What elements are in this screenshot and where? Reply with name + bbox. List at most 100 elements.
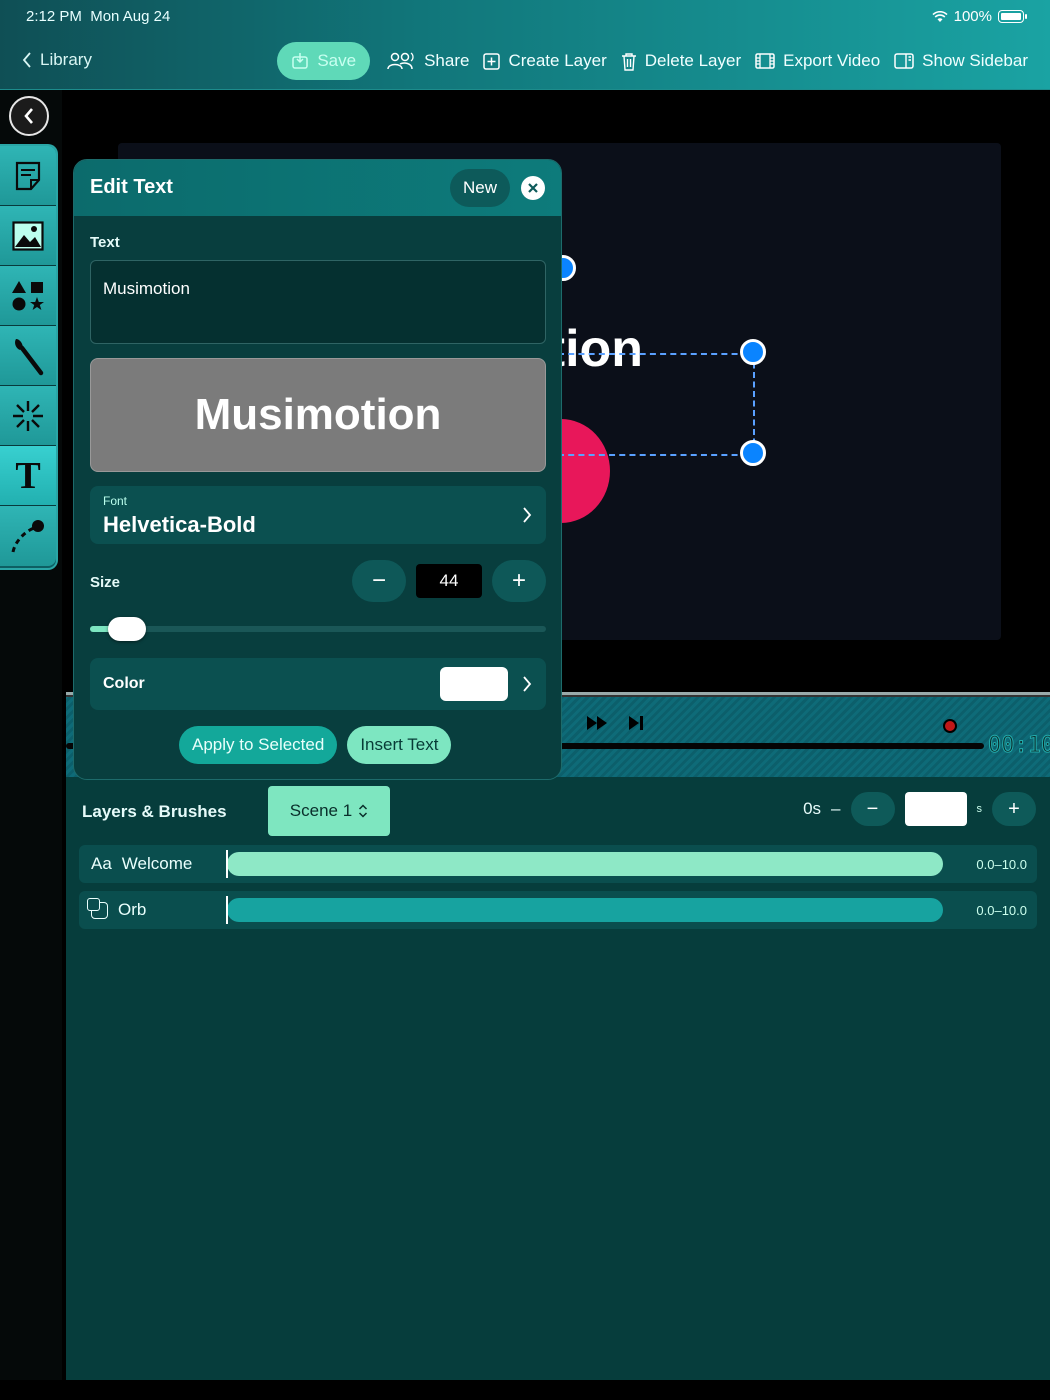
tool-palette: T (0, 144, 58, 570)
film-icon (755, 53, 775, 69)
shapes-icon (12, 280, 44, 310)
selection-border-top (558, 353, 758, 355)
font-selector[interactable]: Font Helvetica-Bold (90, 486, 546, 544)
tool-path[interactable] (0, 506, 56, 566)
plus-icon: + (511, 567, 526, 594)
share-button[interactable]: Share (386, 51, 469, 71)
layer-duration-bar[interactable] (227, 852, 943, 876)
time-unit: s (976, 803, 983, 815)
layer-track[interactable] (226, 850, 943, 878)
tool-particles[interactable] (0, 386, 56, 446)
battery-percent: 100% (953, 8, 992, 25)
minus-icon: − (371, 567, 386, 594)
playback-controls (586, 715, 644, 731)
size-label: Size (90, 574, 121, 591)
particles-icon (13, 400, 43, 431)
edit-text-header: Edit Text New (74, 160, 561, 216)
size-slider-thumb[interactable] (108, 617, 146, 641)
apply-to-selected-button[interactable]: Apply to Selected (179, 726, 338, 764)
resize-handle-bottom-right[interactable] (740, 440, 766, 466)
color-swatch[interactable] (440, 667, 508, 701)
library-label: Library (40, 50, 92, 69)
collapse-rail-button[interactable] (9, 96, 49, 136)
chevron-left-icon (22, 52, 31, 68)
plus-icon: + (1008, 797, 1020, 820)
decrement-time-button[interactable]: − (850, 792, 895, 826)
plus-square-icon (483, 52, 501, 70)
resize-handle-top-right[interactable] (740, 339, 766, 365)
battery-icon (998, 10, 1027, 23)
top-bar: 2:12 PM Mon Aug 24 100% Library Save Sha… (0, 0, 1050, 90)
image-icon (12, 220, 44, 251)
size-value[interactable]: 44 (416, 564, 482, 598)
create-layer-button[interactable]: Create Layer (483, 51, 607, 71)
chevron-up-down-icon (359, 804, 368, 818)
close-icon (528, 183, 538, 193)
increase-size-button[interactable]: + (492, 560, 546, 602)
time-dash: – (831, 799, 841, 818)
size-stepper: − 44 + (352, 560, 546, 602)
path-icon (11, 520, 44, 553)
tool-shapes[interactable] (0, 266, 56, 326)
layer-name: Orb (118, 900, 147, 919)
selection-border-bottom (558, 454, 758, 456)
increment-time-button[interactable]: + (992, 792, 1036, 826)
timeline-time: 00:10 (987, 733, 1050, 759)
new-text-button[interactable]: New (450, 169, 510, 207)
brush-icon (15, 338, 44, 375)
tool-text[interactable]: T (0, 446, 56, 506)
fast-forward-icon[interactable] (586, 715, 608, 731)
layer-row-orb[interactable]: Orb 0.0–10.0 (79, 891, 1037, 929)
people-icon (387, 52, 414, 70)
size-slider[interactable] (90, 617, 546, 641)
text-field-label: Text (90, 234, 120, 251)
color-label: Color (103, 675, 145, 692)
save-button[interactable]: Save (277, 42, 371, 80)
delete-layer-button[interactable]: Delete Layer (621, 51, 741, 71)
decrease-size-button[interactable]: − (352, 560, 406, 602)
wifi-icon (932, 10, 948, 22)
layers-panel: Layers & Brushes Scene 1 0s – − s + Aa W… (66, 777, 1050, 1380)
layers-panel-title: Layers & Brushes (82, 802, 227, 821)
close-panel-button[interactable] (521, 176, 545, 200)
edit-text-actions: Apply to Selected Insert Text (179, 726, 452, 764)
font-caption: Font (103, 494, 128, 508)
edit-text-title: Edit Text (90, 176, 173, 198)
sticky-note-icon (15, 161, 41, 190)
text-input[interactable]: Musimotion (90, 260, 546, 344)
scene-selector[interactable]: Scene 1 (268, 786, 390, 836)
status-indicators: 100% (932, 8, 1027, 25)
tool-rail: T (0, 90, 62, 1380)
shape-layer-icon (87, 897, 108, 919)
tool-sticky-note[interactable] (0, 146, 56, 206)
layer-row-welcome[interactable]: Aa Welcome 0.0–10.0 (79, 845, 1037, 883)
insert-text-button[interactable]: Insert Text (347, 726, 452, 764)
layer-duration-bar[interactable] (227, 898, 943, 922)
library-back-button[interactable]: Library (22, 50, 92, 70)
layer-range: 0.0–10.0 (976, 902, 1027, 918)
export-video-button[interactable]: Export Video (755, 51, 880, 71)
trash-icon (621, 52, 636, 71)
status-time: 2:12 PM Mon Aug 24 (26, 8, 171, 25)
save-icon (292, 53, 309, 69)
chevron-right-icon (523, 507, 532, 523)
text-layer-icon: Aa (91, 854, 112, 873)
font-value: Helvetica-Bold (103, 512, 256, 537)
time-label: 0s (803, 799, 822, 818)
minus-icon: − (866, 797, 879, 820)
show-sidebar-button[interactable]: Show Sidebar (894, 51, 1028, 71)
playhead-marker (226, 896, 228, 924)
skip-to-end-icon[interactable] (628, 715, 644, 731)
layer-track[interactable] (226, 896, 943, 924)
layer-name: Welcome (121, 854, 193, 873)
chevron-right-icon (523, 676, 532, 692)
time-input[interactable] (904, 792, 967, 826)
text-icon: T (15, 454, 41, 497)
selection-border-right (753, 353, 755, 454)
layer-range: 0.0–10.0 (976, 856, 1027, 872)
sidebar-icon (894, 53, 914, 69)
color-selector[interactable]: Color (90, 658, 546, 710)
record-icon[interactable] (943, 719, 957, 733)
tool-image[interactable] (0, 206, 56, 266)
tool-brush[interactable] (0, 326, 56, 386)
